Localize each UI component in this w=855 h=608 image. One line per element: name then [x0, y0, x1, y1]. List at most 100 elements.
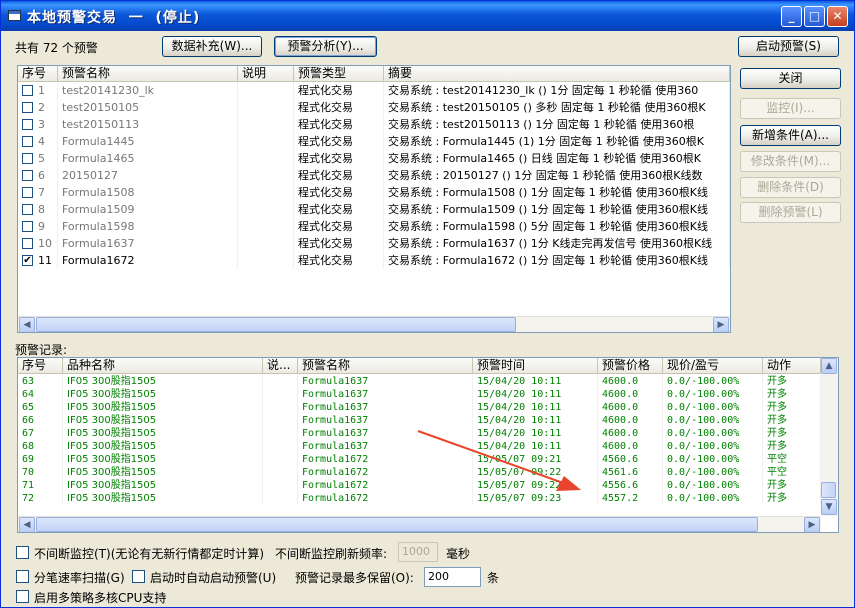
close-window-button[interactable]: ✕ — [827, 6, 848, 27]
monitor-button[interactable]: 监控(I)... — [740, 98, 841, 119]
record-cell-note — [263, 440, 298, 453]
records-vscrollbar[interactable]: ▲ ▼ — [821, 358, 838, 516]
alert-list-table[interactable]: 序号 预警名称 说明 预警类型 摘要 1 test20141230_lk 程式化交易… — [17, 65, 731, 333]
scroll-right-icon[interactable]: ▶ — [713, 317, 729, 332]
record-cell-pnl: 0.0/-100.00% — [663, 492, 763, 505]
record-cell-note — [263, 453, 298, 466]
records-hscroll-thumb[interactable] — [36, 517, 758, 532]
alert-cell-name: Formula1508 — [58, 184, 238, 201]
column-header-summary[interactable]: 摘要 — [384, 66, 730, 82]
add-condition-button[interactable]: 新增条件(A)... — [740, 125, 841, 146]
keep-records-input[interactable]: 200 — [424, 567, 481, 587]
alert-cell-no: 8 — [18, 201, 58, 218]
alert-cell-type: 程式化交易 — [294, 184, 384, 201]
alert-cell-no: 10 — [18, 235, 58, 252]
scroll-up-icon[interactable]: ▲ — [821, 358, 837, 374]
alert-cell-type: 程式化交易 — [294, 252, 384, 269]
scroll-thumb[interactable] — [36, 317, 516, 332]
record-cell-symbol: IF05 300股指1505 — [63, 427, 263, 440]
rec-header-action[interactable]: 动作 — [763, 358, 821, 374]
alert-row[interactable]: 9 Formula1598 程式化交易 交易系统 : Formula1598 () 5… — [18, 218, 730, 235]
rec-header-note[interactable]: 说... — [263, 358, 298, 374]
alert-row[interactable]: 8 Formula1509 程式化交易 交易系统 : Formula1509 () 1… — [18, 201, 730, 218]
alert-list-hscrollbar[interactable]: ◀ ▶ — [18, 316, 730, 332]
alert-cell-desc — [238, 201, 294, 218]
rec-header-time[interactable]: 预警时间 — [473, 358, 598, 374]
continuous-monitor-checkbox[interactable] — [16, 546, 29, 559]
refresh-rate-input[interactable]: 1000 — [398, 542, 438, 562]
record-cell-no: 63 — [18, 375, 63, 388]
auto-start-label: 启动时自动启动预警(U) — [150, 571, 277, 585]
record-cell-time: 15/04/20 10:11 — [473, 375, 598, 388]
delete-condition-button[interactable]: 删除条件(D) — [740, 177, 841, 198]
rec-header-symbol[interactable]: 品种名称 — [63, 358, 263, 374]
alert-cell-no: 7 — [18, 184, 58, 201]
auto-start-checkbox[interactable] — [132, 570, 145, 583]
alert-cell-desc — [238, 218, 294, 235]
record-cell-note — [263, 492, 298, 505]
record-cell-pnl: 0.0/-100.00% — [663, 375, 763, 388]
column-header-type[interactable]: 预警类型 — [294, 66, 384, 82]
scroll-left-icon[interactable]: ◀ — [19, 317, 35, 332]
refresh-rate-label: 不间断监控刷新频率: — [275, 547, 388, 561]
title-bar[interactable]: 本地预警交易 一 (停止) _ □ ✕ — [1, 1, 854, 31]
minimize-button[interactable]: _ — [781, 6, 802, 27]
record-row[interactable]: 64 IF05 300股指1505 Formula1637 15/04/20 10:1… — [18, 388, 821, 401]
column-header-desc[interactable]: 说明 — [238, 66, 294, 82]
alert-row[interactable]: 10 Formula1637 程式化交易 交易系统 : Formula1637 () … — [18, 235, 730, 252]
alert-row[interactable]: 2 test20150105 程式化交易 交易系统 : test20150105 ()… — [18, 99, 730, 116]
alert-row[interactable]: 5 Formula1465 程式化交易 交易系统 : Formula1465 () 日… — [18, 150, 730, 167]
record-row[interactable]: 65 IF05 300股指1505 Formula1637 15/04/20 10:1… — [18, 401, 821, 414]
records-hscrollbar[interactable]: ◀ ▶ — [18, 516, 821, 532]
record-cell-action: 平空 — [763, 453, 821, 466]
record-cell-symbol: IF05 300股指1505 — [63, 401, 263, 414]
alert-row[interactable]: 4 Formula1445 程式化交易 交易系统 : Formula1445 (1) … — [18, 133, 730, 150]
alert-cell-name: Formula1465 — [58, 150, 238, 167]
window-icon — [8, 10, 21, 21]
alert-analysis-button[interactable]: 预警分析(Y)... — [274, 36, 377, 57]
alert-cell-no: 9 — [18, 218, 58, 235]
alert-row[interactable]: 6 20150127 程式化交易 交易系统 : 20150127 () 1分 固定每 … — [18, 167, 730, 184]
rec-header-no[interactable]: 序号 — [18, 358, 63, 374]
alert-cell-no: 5 — [18, 150, 58, 167]
alert-count-text: 共有 72 个预警 — [15, 41, 98, 55]
multi-cpu-checkbox[interactable] — [16, 590, 29, 603]
record-cell-no: 70 — [18, 466, 63, 479]
alert-row[interactable]: ✔ 11 Formula1672 程式化交易 交易系统 : Formula1672 ()… — [18, 252, 730, 269]
record-cell-action: 开多 — [763, 427, 821, 440]
column-header-name[interactable]: 预警名称 — [58, 66, 238, 82]
record-row[interactable]: 63 IF05 300股指1505 Formula1637 15/04/20 10:1… — [18, 375, 821, 388]
record-cell-note — [263, 427, 298, 440]
records-vscroll-thumb[interactable] — [821, 482, 836, 498]
close-button[interactable]: 关闭 — [740, 68, 841, 89]
scroll-down-icon[interactable]: ▼ — [821, 499, 837, 515]
alert-cell-type: 程式化交易 — [294, 150, 384, 167]
alert-cell-type: 程式化交易 — [294, 201, 384, 218]
record-cell-no: 71 — [18, 479, 63, 492]
rec-header-price[interactable]: 预警价格 — [598, 358, 663, 374]
maximize-button[interactable]: □ — [804, 6, 825, 27]
alert-row[interactable]: 7 Formula1508 程式化交易 交易系统 : Formula1508 () 1… — [18, 184, 730, 201]
alert-cell-name: test20141230_lk — [58, 82, 238, 99]
rec-header-alert[interactable]: 预警名称 — [298, 358, 473, 374]
continuous-monitor-label: 不间断监控(T)(无论有无新行情都定时计算) — [34, 547, 265, 561]
record-cell-symbol: IF05 300股指1505 — [63, 453, 263, 466]
batch-scan-checkbox[interactable] — [16, 570, 29, 583]
record-cell-price: 4561.6 — [598, 466, 663, 479]
record-cell-action: 开多 — [763, 388, 821, 401]
alert-cell-desc — [238, 150, 294, 167]
edit-condition-button[interactable]: 修改条件(M)... — [740, 151, 841, 172]
rec-header-pnl[interactable]: 现价/盈亏 — [663, 358, 763, 374]
delete-alert-button[interactable]: 删除预警(L) — [740, 202, 841, 223]
column-header-no[interactable]: 序号 — [18, 66, 58, 82]
alert-cell-no: 4 — [18, 133, 58, 150]
scroll-left-icon[interactable]: ◀ — [19, 517, 35, 532]
scroll-right-icon[interactable]: ▶ — [804, 517, 820, 532]
start-alert-button[interactable]: 启动预警(S) — [738, 36, 839, 57]
alert-row[interactable]: 3 test20150113 程式化交易 交易系统 : test20150113 ()… — [18, 116, 730, 133]
data-fill-button[interactable]: 数据补充(W)... — [162, 36, 262, 57]
alert-cell-summary: 交易系统 : Formula1509 () 1分 固定每 1 秒轮循 使用360… — [384, 201, 730, 218]
record-cell-no: 66 — [18, 414, 63, 427]
alert-cell-type: 程式化交易 — [294, 116, 384, 133]
alert-row[interactable]: 1 test20141230_lk 程式化交易 交易系统 : test20141230… — [18, 82, 730, 99]
